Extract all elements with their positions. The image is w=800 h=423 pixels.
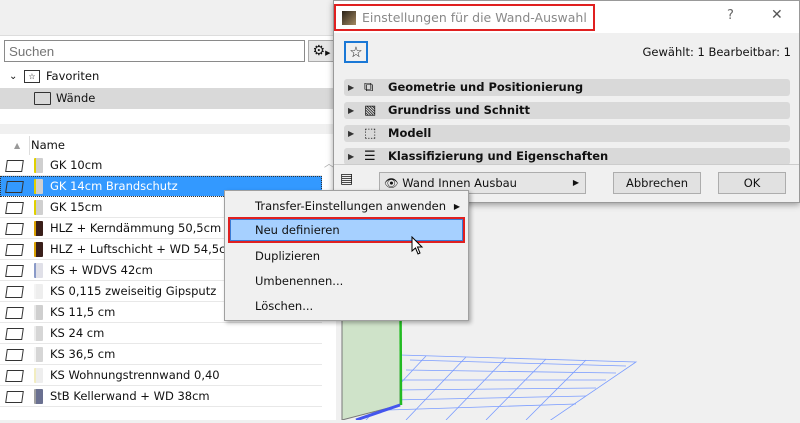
splitter[interactable] (0, 124, 336, 134)
material-swatch-icon (34, 158, 43, 173)
section-icon: ☰ (364, 149, 376, 164)
selection-info: Gewählt: 1 Bearbeitbar: 1 (642, 45, 791, 59)
wall-checkbox-icon[interactable] (5, 307, 24, 319)
wall-checkbox-icon[interactable] (5, 349, 24, 361)
material-swatch-icon (34, 200, 43, 215)
sort-icon: ▲ (14, 141, 21, 150)
section-icon: ▧ (364, 103, 377, 118)
folder-icon (34, 92, 51, 105)
section-label: Grundriss und Schnitt (388, 103, 531, 117)
menu-item-duplicate[interactable]: Duplizieren (225, 244, 468, 269)
item-label: HLZ + Kerndämmung 50,5cm (50, 221, 222, 235)
folder-label: Wände (56, 91, 96, 105)
section-header[interactable]: ▶ ▧ Grundriss und Schnitt (344, 102, 790, 119)
submenu-arrow-icon: ▶ (453, 202, 460, 211)
item-label: KS Wohnungstrennwand 0,40 (50, 368, 220, 382)
item-label: KS 0,115 zweiseitig Gipsputz (50, 284, 217, 298)
mouse-cursor-icon (411, 236, 424, 255)
menu-item-transfer-settings[interactable]: Transfer-Einstellungen anwenden ▶ (225, 194, 468, 219)
wall-checkbox-icon[interactable] (5, 328, 24, 340)
wall-checkbox-icon[interactable] (5, 202, 24, 214)
list-item[interactable]: KS 24 cm (0, 323, 322, 344)
list-item[interactable]: KS Wohnungstrennwand 0,40 (0, 365, 322, 386)
section-label: Klassifizierung und Eigenschaften (388, 149, 609, 163)
item-label: GK 15cm (50, 200, 103, 214)
expand-arrow-icon: ▶ (348, 129, 355, 138)
context-menu: Transfer-Einstellungen anwenden ▶ Neu def… (224, 190, 469, 321)
material-swatch-icon (34, 389, 43, 404)
menu-item-redefine[interactable]: Neu definieren (228, 217, 465, 243)
section-icon: ⬚ (364, 126, 377, 141)
material-swatch-icon (34, 263, 43, 278)
menu-item-rename[interactable]: Umbenennen... (225, 269, 468, 294)
material-swatch-icon (34, 368, 43, 383)
material-swatch-icon (34, 347, 43, 362)
menu-item-redefine-label: Neu definieren (230, 219, 463, 241)
wall-checkbox-icon[interactable] (5, 370, 24, 382)
layer-value: Wand Innen Ausbau (402, 176, 517, 190)
caret-right-icon: ▶ (572, 178, 579, 187)
item-label: GK 10cm (50, 158, 103, 172)
material-swatch-icon (34, 242, 43, 257)
favorite-star-button[interactable]: ☆ (344, 41, 368, 63)
section-header[interactable]: ▶ ⬚ Modell (344, 125, 790, 142)
star-icon: ☆ (349, 43, 363, 61)
favorites-folder-icon: ☆ (24, 70, 40, 83)
ok-button[interactable]: OK (718, 172, 786, 194)
list-item[interactable]: GK 10cm (0, 155, 322, 176)
caret-right-icon: ▶ (325, 49, 331, 57)
tree-folder-waende[interactable]: Wände (0, 88, 336, 109)
wall-checkbox-icon[interactable] (5, 160, 24, 172)
item-label: KS 36,5 cm (50, 347, 116, 361)
chevron-down-icon: ⌄ (9, 71, 18, 82)
material-swatch-icon (34, 284, 43, 299)
tree-favorites[interactable]: ⌄ ☆ Favoriten (0, 66, 336, 87)
list-item[interactable]: KS 36,5 cm (0, 344, 322, 365)
list-header[interactable]: ▲ Name (0, 136, 322, 155)
expand-arrow-icon: ▶ (348, 106, 355, 115)
panel-toolbar (0, 0, 336, 36)
material-swatch-icon (34, 326, 43, 341)
cancel-button[interactable]: Abbrechen (613, 172, 701, 194)
section-label: Modell (388, 126, 432, 140)
expand-arrow-icon: ▶ (348, 152, 355, 161)
app-icon (342, 11, 356, 25)
column-name: Name (29, 136, 65, 155)
material-swatch-icon (34, 305, 43, 320)
layer-stack-icon: ▤ (340, 171, 354, 187)
wall-settings-dialog: Einstellungen für die Wand-Auswahl ? ✕ ☆… (333, 0, 800, 203)
section-label: Geometrie und Positionierung (388, 80, 584, 94)
wall-checkbox-icon[interactable] (5, 265, 24, 277)
settings-gear-button[interactable]: ⚙▶ (308, 40, 335, 62)
dialog-titlebar[interactable]: Einstellungen für die Wand-Auswahl ? ✕ (334, 1, 799, 33)
item-label: KS + WDVS 42cm (50, 263, 153, 277)
wall-checkbox-icon[interactable] (5, 244, 24, 256)
wall-checkbox-icon[interactable] (5, 223, 24, 235)
item-label: GK 14cm Brandschutz (50, 179, 178, 193)
dialog-title: Einstellungen für die Wand-Auswahl (362, 10, 587, 25)
item-label: KS 11,5 cm (50, 305, 116, 319)
close-button[interactable]: ✕ (771, 7, 783, 23)
section-icon: ⧉ (364, 80, 374, 95)
wall-checkbox-icon[interactable] (5, 391, 24, 403)
menu-item-delete[interactable]: Löschen... (225, 294, 468, 319)
wall-checkbox-icon[interactable] (5, 286, 24, 298)
item-label: KS 24 cm (50, 326, 105, 340)
help-button[interactable]: ? (727, 8, 734, 23)
favorites-label: Favoriten (46, 69, 100, 83)
section-header[interactable]: ▶ ☰ Klassifizierung und Eigenschaften (344, 148, 790, 165)
search-input[interactable] (4, 40, 305, 62)
item-label: StB Kellerwand + WD 38cm (50, 389, 210, 403)
list-item[interactable]: StB Kellerwand + WD 38cm (0, 386, 322, 407)
eye-icon: 👁 (384, 176, 399, 190)
item-label: HLZ + Luftschicht + WD 54,5cm (50, 242, 237, 256)
expand-arrow-icon: ▶ (348, 83, 355, 92)
wall-checkbox-icon[interactable] (5, 181, 24, 193)
section-header[interactable]: ▶ ⧉ Geometrie und Positionierung (344, 79, 790, 96)
gear-icon: ⚙ (312, 43, 326, 59)
material-swatch-icon (34, 179, 43, 194)
material-swatch-icon (34, 221, 43, 236)
dialog-title-highlight: Einstellungen für die Wand-Auswahl (334, 4, 595, 31)
